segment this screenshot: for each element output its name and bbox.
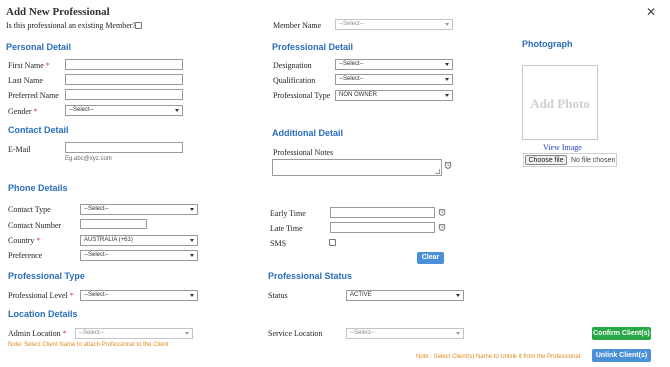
close-icon[interactable]: ✕	[646, 5, 656, 19]
country-label: Country *	[8, 236, 41, 245]
clock-icon[interactable]	[444, 161, 452, 169]
late-time-field[interactable]	[330, 222, 435, 233]
professional-type-heading: Professional Type	[8, 271, 85, 281]
member-name-select[interactable]: --Select--	[335, 19, 453, 30]
professional-status-heading: Professional Status	[268, 271, 353, 281]
late-time-clock-icon[interactable]	[438, 223, 446, 231]
clear-button[interactable]: Clear	[417, 252, 444, 264]
contact-number-field[interactable]	[80, 219, 147, 229]
email-label: E-Mail	[8, 145, 31, 154]
existing-member-label: Is this professional an existing Member?	[6, 21, 136, 30]
gender-select[interactable]: --Select--	[65, 105, 183, 116]
member-name-label: Member Name	[273, 21, 322, 30]
professional-detail-heading: Professional Detail	[272, 42, 354, 52]
phone-details-heading: Phone Details	[8, 183, 68, 193]
choose-file-button[interactable]: Choose file	[525, 155, 567, 165]
professional-notes-textarea[interactable]	[272, 159, 442, 176]
confirm-clients-button[interactable]: Confirm Client(s)	[592, 327, 651, 340]
country-select[interactable]: AUSTRALIA (+61)	[80, 235, 198, 246]
photo-placeholder: Add Photo	[522, 65, 598, 140]
professional-notes-label: Professional Notes	[273, 148, 334, 157]
contact-type-select[interactable]: --Select--	[80, 204, 198, 215]
status-label: Status	[268, 291, 288, 300]
contact-detail-heading: Contact Detail	[8, 125, 69, 135]
additional-detail-heading: Additional Detail	[272, 128, 344, 138]
personal-detail-heading: Personal Detail	[6, 42, 72, 52]
email-hint: Eg.abc@xyz.com	[65, 156, 112, 162]
unlink-clients-button[interactable]: Unlink Client(s)	[592, 349, 651, 362]
status-select[interactable]: ACTIVE	[346, 290, 464, 301]
preferred-name-field[interactable]	[65, 89, 183, 100]
professional-type-label: Professional Type	[273, 91, 331, 100]
add-photo-text: Add Photo	[530, 96, 590, 111]
service-location-label: Service Location	[268, 329, 323, 338]
early-time-label: Early Time	[270, 209, 306, 218]
professional-level-select[interactable]: --Select--	[80, 290, 198, 301]
professional-level-label: Professional Level *	[8, 291, 74, 300]
qualification-select[interactable]: --Select--	[335, 74, 453, 85]
unlink-note: Note : Select Client(s) Name to Unlink i…	[416, 354, 581, 360]
page-title: Add New Professional	[6, 6, 110, 18]
last-name-label: Last Name	[8, 76, 43, 85]
photograph-heading: Photograph	[522, 39, 573, 49]
gender-label: Gender *	[8, 107, 38, 116]
sms-checkbox[interactable]	[329, 239, 336, 246]
early-time-field[interactable]	[330, 207, 435, 218]
view-image-link[interactable]: View Image	[543, 143, 582, 152]
designation-label: Designation	[273, 61, 312, 70]
late-time-label: Late Time	[270, 224, 303, 233]
location-details-heading: Location Details	[8, 309, 78, 319]
service-location-select[interactable]: --Select--	[346, 328, 464, 339]
first-name-field[interactable]	[65, 59, 183, 70]
contact-number-label: Contact Number	[8, 221, 62, 230]
admin-location-note: Note: Select Client Name to attach Profe…	[8, 342, 169, 348]
designation-select[interactable]: --Select--	[335, 59, 453, 70]
preference-label: Preference	[8, 251, 43, 260]
preference-select[interactable]: --Select--	[80, 250, 198, 261]
sms-label: SMS	[270, 239, 287, 248]
admin-location-label: Admin Location *	[8, 329, 67, 338]
early-time-clock-icon[interactable]	[438, 208, 446, 216]
qualification-label: Qualification	[273, 76, 316, 85]
professional-type-select[interactable]: NON OWNER	[335, 90, 453, 101]
no-file-text: No file chosen	[571, 157, 616, 164]
email-field[interactable]	[65, 142, 183, 153]
last-name-field[interactable]	[65, 74, 183, 85]
first-name-label: First Name *	[8, 61, 50, 70]
contact-type-label: Contact Type	[8, 205, 51, 214]
admin-location-select[interactable]: --Select--	[75, 328, 193, 339]
existing-member-checkbox[interactable]	[135, 22, 142, 29]
preferred-name-label: Preferred Name	[8, 91, 59, 100]
